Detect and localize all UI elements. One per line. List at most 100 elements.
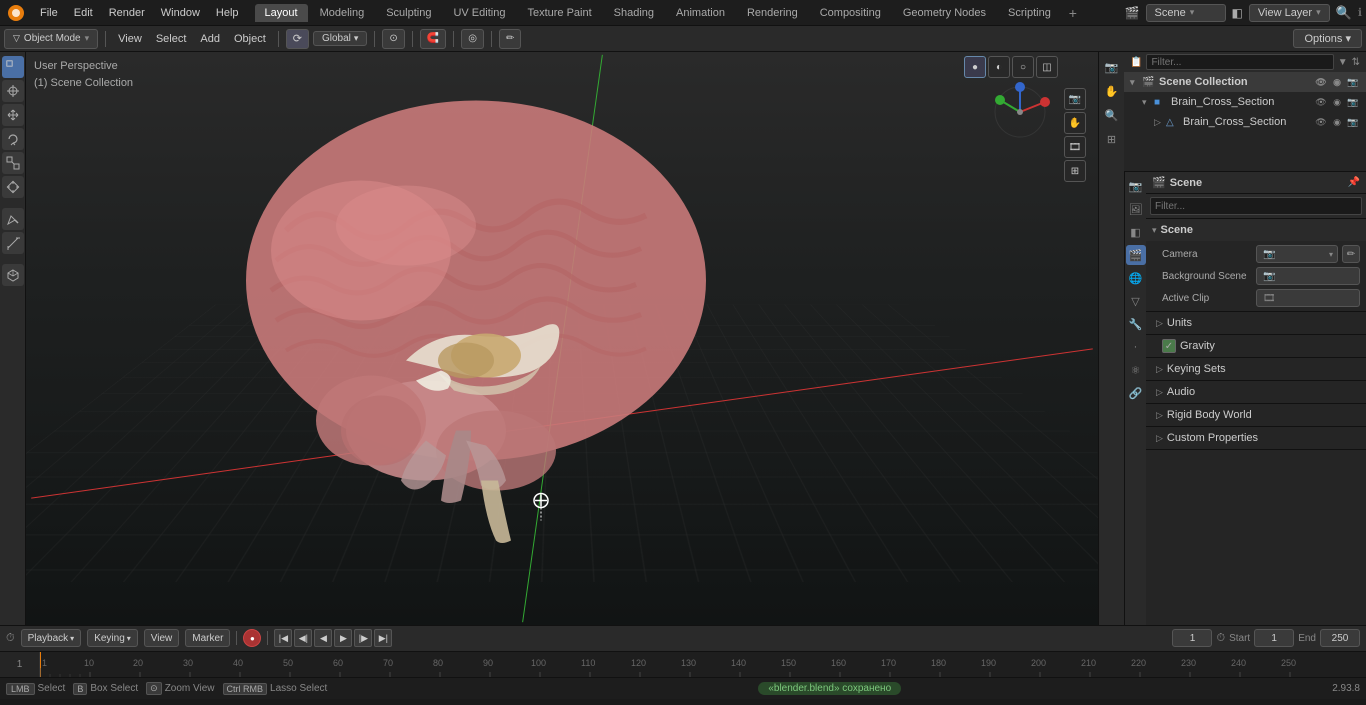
outliner-hide-btn[interactable]: 👁 — [1314, 75, 1328, 89]
scene-props-icon[interactable]: 🎬 — [1126, 245, 1146, 265]
outliner-select-btn[interactable]: ◉ — [1330, 75, 1344, 89]
camera-icon[interactable]: 📷 — [1064, 88, 1086, 110]
scale-tool-btn[interactable] — [2, 152, 24, 174]
perspective-btn[interactable]: ⊞ — [1101, 128, 1123, 150]
menu-file[interactable]: File — [32, 5, 66, 21]
material-shading-btn[interactable]: ◐ — [988, 56, 1010, 78]
constraints-props-icon[interactable]: 🔗 — [1126, 383, 1146, 403]
object-menu[interactable]: Object — [229, 31, 271, 47]
play-btn[interactable]: ▶ — [334, 629, 352, 647]
viewlayer-dropdown[interactable]: View Layer▾ — [1249, 4, 1330, 22]
record-btn[interactable]: ● — [243, 629, 261, 647]
marker-btn[interactable]: Marker — [185, 629, 230, 647]
tab-layout[interactable]: Layout — [255, 4, 308, 22]
playback-btn[interactable]: Playback▾ — [21, 629, 82, 647]
keying-sets-header[interactable]: ▷ Keying Sets — [1146, 358, 1366, 380]
hand-icon[interactable]: ✋ — [1064, 112, 1086, 134]
modifier-props-icon[interactable]: 🔧 — [1126, 314, 1146, 334]
view-layer-props-icon[interactable]: ◧ — [1126, 222, 1146, 242]
next-keyframe-btn[interactable]: |▶ — [354, 629, 372, 647]
pivot-btn[interactable]: ⊙ — [382, 29, 404, 49]
start-frame-input[interactable] — [1254, 629, 1294, 647]
annotate-btn[interactable]: ✏ — [499, 29, 521, 49]
mesh-render-btn[interactable]: 📷 — [1346, 115, 1360, 129]
select-menu[interactable]: Select — [151, 31, 192, 47]
custom-props-header[interactable]: ▷ Custom Properties — [1146, 427, 1366, 449]
add-menu[interactable]: Add — [195, 31, 225, 47]
proportional-btn[interactable]: ◎ — [461, 29, 484, 49]
options-button[interactable]: Options ▾ — [1293, 29, 1362, 48]
cursor-tool-btn[interactable] — [2, 80, 24, 102]
play-reverse-btn[interactable]: ◀ — [314, 629, 332, 647]
add-workspace-button[interactable]: + — [1063, 3, 1083, 23]
camera-value[interactable]: 📷 — [1256, 245, 1338, 263]
tab-shading[interactable]: Shading — [604, 4, 664, 22]
tab-geometry-nodes[interactable]: Geometry Nodes — [893, 4, 996, 22]
current-frame-input[interactable] — [1172, 629, 1212, 647]
wireframe-shading-btn[interactable]: ◫ — [1036, 56, 1058, 78]
menu-render[interactable]: Render — [101, 5, 153, 21]
rendered-shading-btn[interactable]: ○ — [1012, 56, 1034, 78]
mesh-select-btn[interactable]: ◉ — [1330, 115, 1344, 129]
search-icon[interactable]: 🔍 — [1336, 5, 1352, 21]
mesh-hide-btn[interactable]: 👁 — [1314, 115, 1328, 129]
grid-icon[interactable]: ⊞ — [1064, 160, 1086, 182]
camera-icon-btn[interactable]: 📷 — [1101, 56, 1123, 78]
tab-compositing[interactable]: Compositing — [810, 4, 891, 22]
scene-collection-row[interactable]: ▾ 🎬 Scene Collection 👁 ◉ 📷 — [1124, 72, 1366, 92]
outliner-render-btn[interactable]: 📷 — [1346, 75, 1360, 89]
tab-modeling[interactable]: Modeling — [310, 4, 375, 22]
ruler-track[interactable]: 1 10 20 30 40 50 60 70 80 90 1 — [40, 652, 1366, 677]
outliner-sort-icon[interactable]: ⇅ — [1352, 57, 1360, 68]
object-props-icon[interactable]: ▽ — [1126, 291, 1146, 311]
viewport-gizmo[interactable]: X Y Z — [990, 82, 1050, 142]
jump-end-btn[interactable]: ▶| — [374, 629, 392, 647]
coll-hide-btn[interactable]: 👁 — [1314, 95, 1328, 109]
end-frame-input[interactable] — [1320, 629, 1360, 647]
add-cube-btn[interactable] — [2, 264, 24, 286]
tab-scripting[interactable]: Scripting — [998, 4, 1061, 22]
tab-sculpting[interactable]: Sculpting — [376, 4, 441, 22]
move-tool-btn[interactable] — [2, 104, 24, 126]
gravity-checkbox[interactable]: ✓ — [1162, 339, 1176, 353]
rigid-body-header[interactable]: ▷ Rigid Body World — [1146, 404, 1366, 426]
timeline-ruler[interactable]: 1 1 10 20 30 40 50 — [0, 652, 1366, 677]
outliner-search[interactable] — [1146, 54, 1333, 70]
tab-texture-paint[interactable]: Texture Paint — [517, 4, 601, 22]
render-props-icon[interactable]: 📷 — [1126, 176, 1146, 196]
world-props-icon[interactable]: 🌐 — [1126, 268, 1146, 288]
output-props-icon[interactable]: 🖼 — [1126, 199, 1146, 219]
film-icon[interactable]: 🎞 — [1064, 136, 1086, 158]
jump-start-btn[interactable]: |◀ — [274, 629, 292, 647]
prev-keyframe-btn[interactable]: ◀| — [294, 629, 312, 647]
audio-header[interactable]: ▷ Audio — [1146, 381, 1366, 403]
object-mode-selector[interactable]: ▽ Object Mode ▾ — [4, 29, 98, 49]
zoom-btn[interactable]: 🔍 — [1101, 104, 1123, 126]
hand-nav-btn[interactable]: ✋ — [1101, 80, 1123, 102]
physics-props-icon[interactable]: ⚛ — [1126, 360, 1146, 380]
brain-mesh-row[interactable]: ▷ △ Brain_Cross_Section 👁 ◉ 📷 — [1124, 112, 1366, 132]
rotate-tool-btn[interactable] — [2, 128, 24, 150]
viewport[interactable]: User Perspective (1) Scene Collection 📷 … — [26, 52, 1098, 625]
menu-window[interactable]: Window — [153, 5, 208, 21]
props-search-input[interactable] — [1150, 197, 1362, 215]
outliner-filter-icon[interactable]: ▼ — [1338, 57, 1348, 68]
view-menu[interactable]: View — [113, 31, 147, 47]
coll-select-btn[interactable]: ◉ — [1330, 95, 1344, 109]
background-scene-value[interactable]: 📷 — [1256, 267, 1360, 285]
particles-props-icon[interactable]: · — [1126, 337, 1146, 357]
tab-animation[interactable]: Animation — [666, 4, 735, 22]
transform-global-dropdown[interactable]: Global▾ — [313, 31, 367, 46]
active-clip-value[interactable]: 🎞 — [1256, 289, 1360, 307]
coll-render-btn[interactable]: 📷 — [1346, 95, 1360, 109]
snapping-btn[interactable]: 🧲 — [420, 29, 446, 49]
menu-edit[interactable]: Edit — [66, 5, 101, 21]
view-btn[interactable]: View — [144, 629, 180, 647]
keying-btn[interactable]: Keying▾ — [87, 629, 138, 647]
select-tool-btn[interactable] — [2, 56, 24, 78]
units-section-header[interactable]: ▷ Units — [1146, 312, 1366, 334]
scene-section-header[interactable]: ▾ Scene — [1146, 219, 1366, 241]
menu-help[interactable]: Help — [208, 5, 247, 21]
transform-btn[interactable]: ⟳ — [286, 29, 309, 49]
annotate-tool-btn[interactable] — [2, 208, 24, 230]
